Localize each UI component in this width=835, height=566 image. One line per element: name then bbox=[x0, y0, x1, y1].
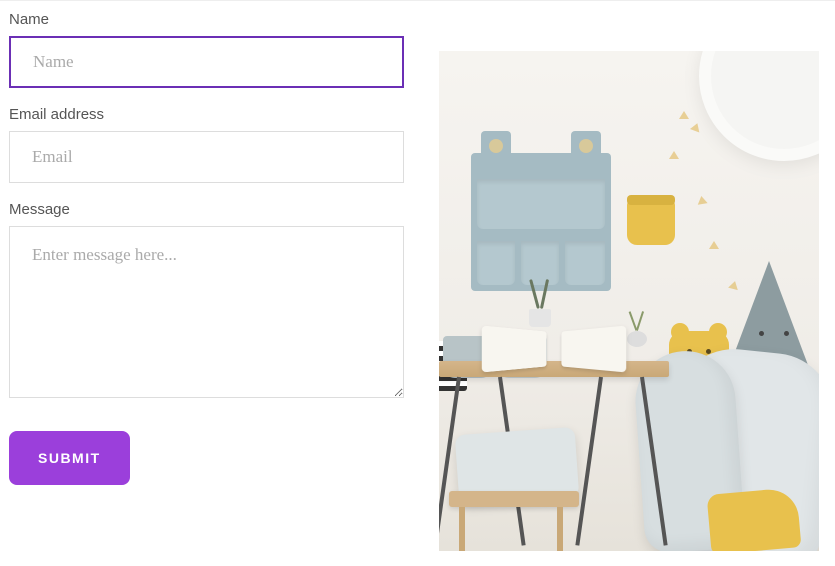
room-scene bbox=[439, 51, 819, 551]
email-label: Email address bbox=[9, 106, 404, 123]
hanging-basket-icon bbox=[627, 201, 675, 245]
message-label: Message bbox=[9, 201, 404, 218]
name-field-group: Name bbox=[9, 11, 404, 88]
submit-button[interactable]: SUBMIT bbox=[9, 431, 130, 485]
name-input[interactable] bbox=[9, 36, 404, 88]
message-textarea[interactable] bbox=[9, 226, 404, 398]
stool-icon bbox=[449, 491, 579, 507]
name-label: Name bbox=[9, 11, 404, 28]
decorative-image bbox=[439, 11, 829, 551]
contact-form: Name Email address Message SUBMIT bbox=[9, 11, 404, 551]
mirror-icon bbox=[699, 51, 819, 161]
wall-organizer-icon bbox=[471, 131, 611, 291]
blanket-icon bbox=[707, 487, 802, 551]
open-book-icon bbox=[484, 329, 624, 369]
email-input[interactable] bbox=[9, 131, 404, 183]
message-field-group: Message bbox=[9, 201, 404, 403]
email-field-group: Email address bbox=[9, 106, 404, 183]
